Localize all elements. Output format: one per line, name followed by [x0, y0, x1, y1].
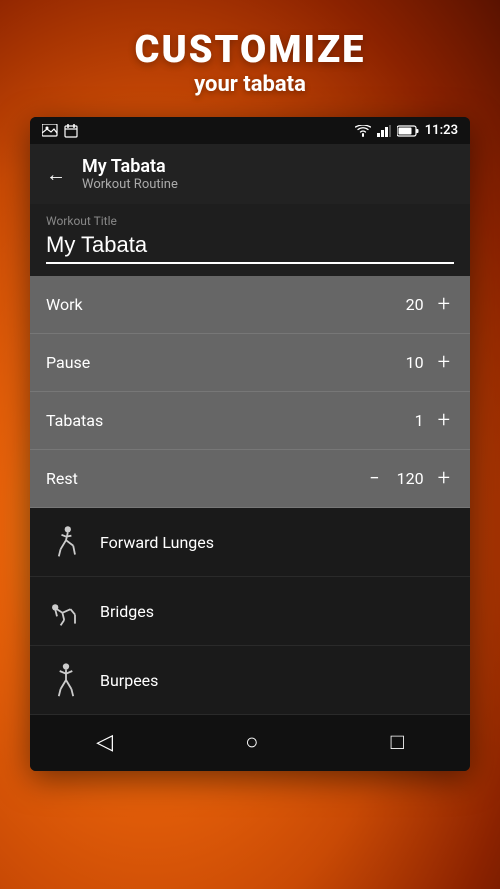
burpees-icon — [46, 660, 86, 700]
rest-row: Rest − 120 + — [30, 450, 470, 508]
workout-title-section: Workout Title — [30, 204, 470, 276]
status-left-icons — [42, 124, 78, 138]
status-time: 11:23 — [425, 123, 458, 138]
app-header: ← My Tabata Workout Routine — [30, 144, 470, 204]
wifi-icon — [355, 125, 371, 137]
rest-controls: − 120 + — [363, 464, 454, 493]
nav-bar: ◁ ○ □ — [30, 715, 470, 771]
phone-card: 11:23 ← My Tabata Workout Routine Workou… — [30, 117, 470, 771]
pause-label: Pause — [46, 353, 90, 372]
tabatas-value: 1 — [396, 411, 424, 430]
nav-recent-button[interactable]: □ — [371, 725, 424, 759]
headline-section: CUSTOMIZE your tabata — [0, 0, 500, 117]
exercise-item-lunges[interactable]: Forward Lunges — [30, 508, 470, 577]
battery-icon — [397, 125, 419, 137]
tabatas-plus-button[interactable]: + — [434, 406, 454, 435]
tabatas-row: Tabatas 1 + — [30, 392, 470, 450]
headline-subtitle: your tabata — [0, 72, 500, 97]
signal-icon — [377, 125, 391, 137]
rest-minus-button[interactable]: − — [363, 466, 385, 491]
exercise-list: Forward Lunges Bridges — [30, 508, 470, 715]
work-label: Work — [46, 295, 83, 314]
image-icon — [42, 124, 58, 137]
exercise-name-burpees: Burpees — [100, 671, 158, 690]
tabatas-controls: 1 + — [396, 406, 454, 435]
exercise-name-lunges: Forward Lunges — [100, 533, 214, 552]
workout-title-input[interactable] — [46, 232, 454, 264]
work-value: 20 — [396, 295, 424, 314]
nav-home-button[interactable]: ○ — [225, 725, 278, 759]
header-title-group: My Tabata Workout Routine — [82, 156, 178, 192]
pause-plus-button[interactable]: + — [434, 348, 454, 377]
work-plus-button[interactable]: + — [434, 290, 454, 319]
calendar-icon — [64, 124, 78, 138]
work-controls: 20 + — [396, 290, 454, 319]
exercise-name-bridges: Bridges — [100, 602, 154, 621]
status-right-icons: 11:23 — [355, 123, 458, 138]
bridges-icon — [46, 591, 86, 631]
work-row: Work 20 + — [30, 276, 470, 334]
rest-label: Rest — [46, 469, 78, 488]
pause-value: 10 — [396, 353, 424, 372]
pause-row: Pause 10 + — [30, 334, 470, 392]
status-bar: 11:23 — [30, 117, 470, 144]
lunges-icon — [46, 522, 86, 562]
header-subtitle: Workout Routine — [82, 177, 178, 192]
pause-controls: 10 + — [396, 348, 454, 377]
headline-title: CUSTOMIZE — [0, 28, 500, 72]
exercise-item-burpees[interactable]: Burpees — [30, 646, 470, 715]
workout-title-label: Workout Title — [46, 214, 454, 228]
back-button[interactable]: ← — [46, 162, 66, 187]
tabatas-label: Tabatas — [46, 411, 103, 430]
rest-value: 120 — [396, 469, 424, 488]
rest-plus-button[interactable]: + — [434, 464, 454, 493]
header-title: My Tabata — [82, 156, 178, 177]
settings-section: Work 20 + Pause 10 + Tabatas 1 + Rest — [30, 276, 470, 508]
nav-back-button[interactable]: ◁ — [76, 726, 133, 759]
exercise-item-bridges[interactable]: Bridges — [30, 577, 470, 646]
